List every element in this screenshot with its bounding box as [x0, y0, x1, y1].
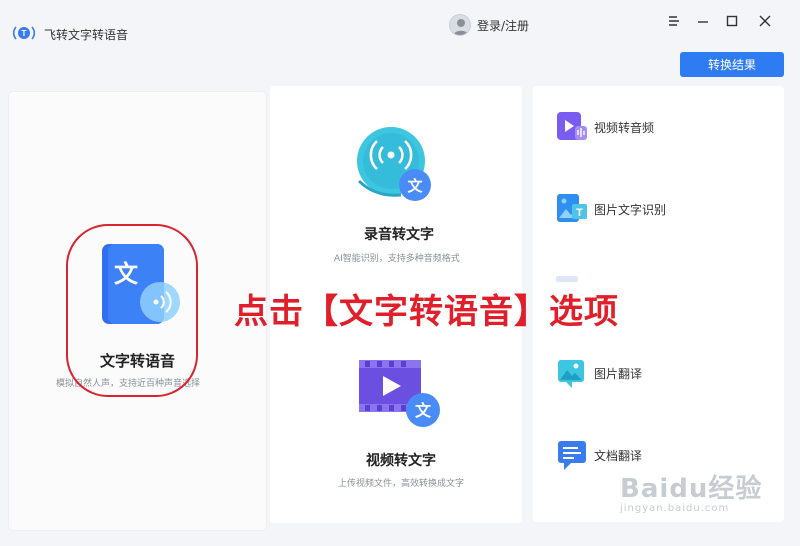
doc-translate-icon — [558, 441, 586, 470]
tool-doc-translate-label: 文档翻译 — [594, 448, 643, 463]
tool-doc-translate[interactable]: 文档翻译 — [556, 438, 642, 472]
video-audio-icon — [557, 112, 587, 140]
hidden-tool-icon — [556, 276, 578, 282]
tool-video-to-audio[interactable]: 视频转音频 — [556, 110, 654, 144]
minimize-button[interactable] — [692, 10, 714, 32]
app-logo-icon: T — [12, 26, 36, 40]
image-ocr-icon: T — [557, 194, 587, 222]
svg-text:文: 文 — [415, 401, 432, 420]
recording-to-text-subtitle: AI智能识别，支持多种音频格式 — [334, 254, 460, 264]
highlight-circle — [66, 224, 198, 397]
minimize-icon — [698, 21, 708, 23]
menu-icon — [669, 16, 679, 26]
video-to-text-subtitle: 上传视频文件，高效转换成文字 — [338, 479, 465, 489]
convert-result-button[interactable]: 转换结果 — [680, 52, 784, 77]
recording-to-text-icon: 文 — [357, 127, 431, 201]
avatar — [449, 14, 471, 36]
tool-image-ocr[interactable]: T 图片文字识别 — [556, 192, 666, 226]
login-button[interactable]: 登录/注册 — [449, 13, 529, 37]
login-label: 登录/注册 — [477, 18, 530, 33]
maximize-button[interactable] — [721, 10, 743, 32]
svg-text:T: T — [576, 207, 583, 219]
watermark-main: Baidu经验 — [620, 474, 763, 504]
menu-button[interactable] — [663, 10, 685, 32]
svg-text:文: 文 — [407, 177, 423, 195]
svg-text:T: T — [22, 29, 27, 38]
maximize-icon — [726, 15, 738, 27]
app-title: 飞转文字转语音 — [44, 28, 129, 42]
recording-to-text-title: 录音转文字 — [364, 227, 434, 243]
instruction-annotation: 点击【文字转语音】选项 — [234, 292, 619, 332]
video-to-text-title: 视频转文字 — [366, 453, 436, 469]
watermark: Baidu经验 jingyan.baidu.com — [620, 468, 762, 514]
tool-image-translate-label: 图片翻译 — [594, 366, 643, 381]
title-bar: T 飞转文字转语音 登录/注册 — [0, 0, 800, 46]
user-icon — [453, 19, 469, 35]
tool-image-ocr-label: 图片文字识别 — [594, 202, 667, 217]
image-translate-icon — [558, 360, 584, 388]
close-button[interactable] — [754, 10, 776, 32]
tool-image-translate[interactable]: 图片翻译 — [556, 356, 642, 390]
close-icon — [759, 15, 771, 27]
video-to-text-icon: 文 — [359, 360, 440, 427]
tool-video-to-audio-label: 视频转音频 — [594, 120, 655, 135]
